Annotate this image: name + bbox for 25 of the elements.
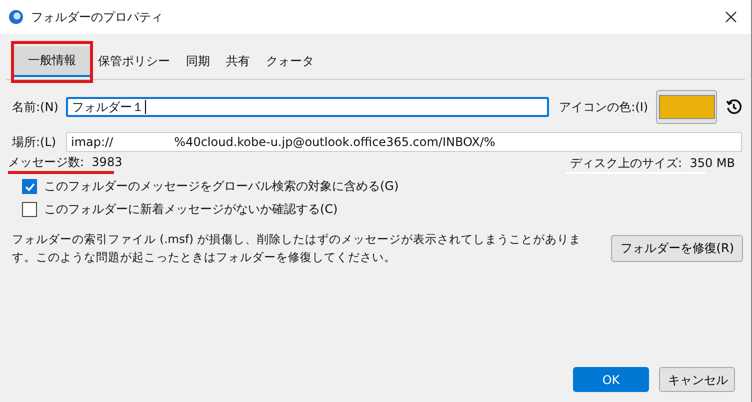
checkbox[interactable]: [22, 202, 37, 217]
field-label: 名前:(N): [12, 98, 60, 116]
name-field[interactable]: フォルダー１: [66, 97, 550, 117]
repair-description: フォルダーの索引ファイル (.msf) が損傷し、削除したはずのメッセージが表示されてしまうことがあります。このような問題が起こったときはフォルダーを修復してください。: [12, 231, 582, 266]
tab[interactable]: 同期: [178, 47, 218, 76]
checkbox-label[interactable]: このフォルダーのメッセージをグローバル検索の対象に含める(G): [44, 178, 399, 195]
close-icon[interactable]: [725, 11, 737, 23]
tab[interactable]: 保管ポリシー: [90, 47, 178, 76]
checkbox-label[interactable]: このフォルダーに新着メッセージがないか確認する(C): [44, 201, 338, 218]
field-label: アイコンの色:(I): [559, 98, 648, 116]
disk-size: ディスク上のサイズ: 350 MB: [570, 154, 735, 172]
message-count: メッセージ数: 3983: [8, 154, 122, 171]
ok-button[interactable]: OK: [573, 367, 649, 392]
location-field[interactable]: imap:// %40cloud.kobe-u.jp@outlook.office365.com/INBOX/%: [66, 132, 742, 152]
app-icon: [8, 9, 24, 25]
reset-icon[interactable]: [725, 98, 743, 116]
field-label: 場所:(L): [12, 134, 58, 150]
repair-button[interactable]: フォルダーを修復(R): [611, 235, 743, 262]
tab[interactable]: 共有: [218, 47, 258, 76]
tab[interactable]: クォータ: [258, 47, 322, 76]
checkbox[interactable]: [22, 179, 37, 194]
window-title: フォルダーのプロパティ: [31, 8, 163, 26]
tab[interactable]: 一般情報: [14, 46, 90, 77]
cancel-button[interactable]: キャンセル: [659, 367, 735, 392]
color-picker-button[interactable]: [656, 90, 718, 124]
